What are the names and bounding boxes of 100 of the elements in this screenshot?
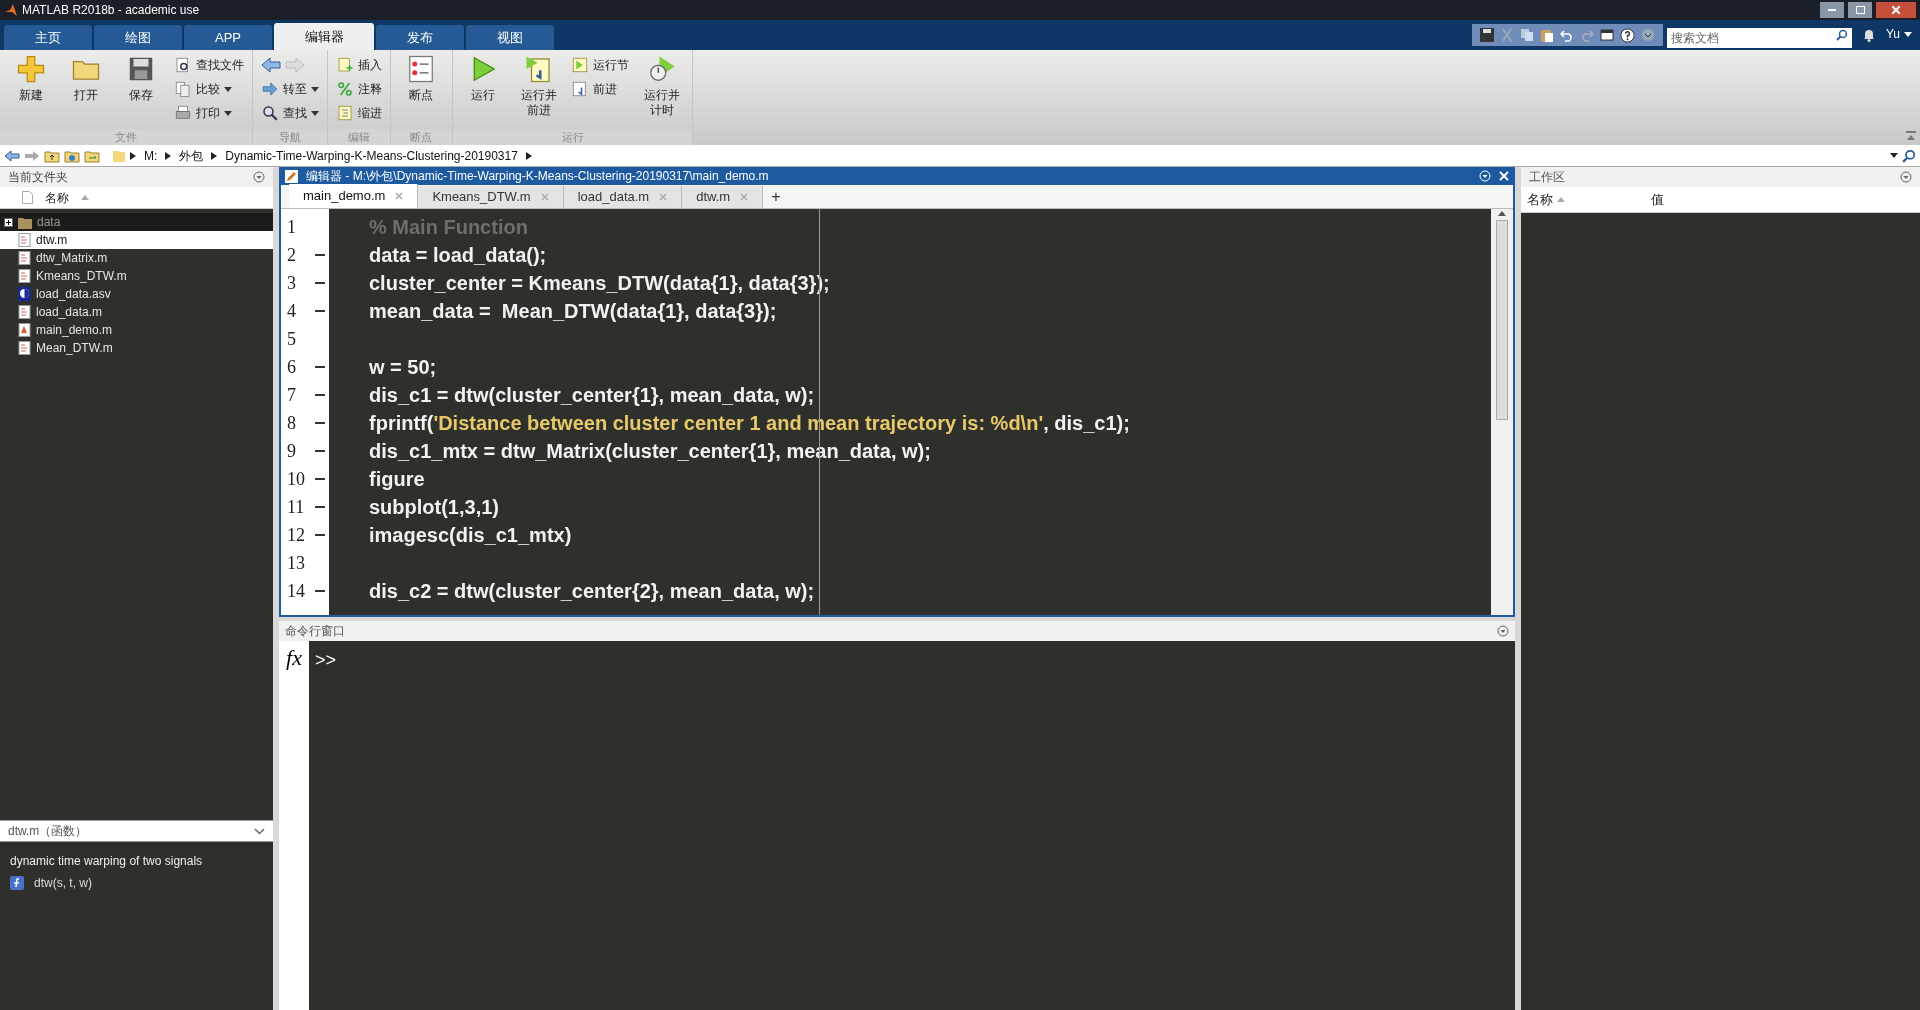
folder-up-icon[interactable]	[44, 148, 60, 163]
line-number: 14	[287, 579, 305, 603]
scrollbar[interactable]	[1491, 209, 1513, 615]
chevron-down-circle-icon[interactable]	[1497, 625, 1509, 637]
ribbon-tab[interactable]: 绘图	[94, 25, 182, 50]
editor-tab[interactable]: dtw.m	[682, 186, 764, 208]
scroll-up-icon[interactable]	[1498, 211, 1506, 216]
toolstrip-button[interactable]: 比较	[169, 78, 248, 100]
user-menu-button[interactable]: Yu	[1886, 25, 1912, 43]
file-item[interactable]: data	[0, 213, 273, 231]
line-number: 8	[287, 411, 296, 435]
toolstrip-button[interactable]: 插入	[331, 54, 386, 76]
toolstrip-button[interactable]: 打开	[59, 50, 113, 129]
breadcrumb-arrow-icon[interactable]	[525, 151, 532, 160]
bell-icon[interactable]	[1862, 28, 1876, 42]
dropdown-caret-icon[interactable]	[1890, 153, 1898, 158]
search-icon[interactable]	[1902, 148, 1916, 163]
back-arrow-icon[interactable]	[260, 57, 281, 73]
file-item[interactable]: Kmeans_DTW.m	[0, 267, 273, 285]
command-window[interactable]: >>	[309, 641, 1515, 1010]
breadcrumb-item[interactable]: Dynamic-Time-Warping-K-Means-Clustering-20190317	[221, 146, 522, 165]
editor-tab[interactable]: Kmeans_DTW.m	[418, 186, 564, 208]
ribbon-tab[interactable]: 主页	[4, 25, 92, 50]
folder-browse-icon[interactable]	[84, 148, 100, 163]
file-item[interactable]: load_data.asv	[0, 285, 273, 303]
window-icon[interactable]	[1600, 28, 1614, 42]
code-line: % Main Function	[369, 215, 528, 240]
back-arrow-icon[interactable]	[4, 149, 20, 162]
toolstrip-section-label: 运行	[452, 129, 693, 145]
breadcrumb-item[interactable]: M:	[140, 146, 162, 165]
minimize-icon	[1828, 9, 1836, 11]
code-line: dis_c1_mtx = dtw_Matrix(cluster_center{1}, mean_data, w);	[369, 439, 931, 464]
ribbon-tab[interactable]: 视图	[466, 25, 554, 50]
toolstrip-button[interactable]: 查找	[256, 102, 323, 124]
toolstrip-button[interactable]: 查找文件	[169, 54, 248, 76]
toolstrip-button[interactable]: 运行并计时	[635, 50, 689, 129]
toolstrip-button[interactable]: 缩进	[331, 102, 386, 124]
toolstrip-button[interactable]: 前进	[567, 78, 634, 100]
file-item[interactable]: load_data.m	[0, 303, 273, 321]
code-line: dis_c1 = dtw(cluster_center{1}, mean_data, w);	[369, 383, 815, 408]
ribbon-tab[interactable]: 发布	[376, 25, 464, 50]
breadcrumb-arrow-icon[interactable]	[211, 151, 218, 160]
file-name: dtw.m	[36, 232, 68, 249]
code-line: cluster_center = Kmeans_DTW(data{1}, data{3});	[369, 271, 830, 296]
ribbon-tab[interactable]: 编辑器	[274, 23, 374, 50]
toolstrip-button[interactable]: 运行节	[567, 54, 634, 76]
executable-line-marker-icon	[315, 282, 325, 284]
collapse-toolstrip-icon[interactable]	[1906, 131, 1916, 141]
dropdown-caret-icon	[223, 110, 232, 116]
toolstrip-button[interactable]: 新建	[4, 50, 58, 129]
toolstrip-button[interactable]: 打印	[169, 102, 248, 124]
file-item[interactable]: dtw.m	[0, 231, 273, 249]
file-item[interactable]: main_demo.m	[0, 321, 273, 339]
column-header[interactable]: 名称	[1521, 189, 1651, 210]
toolstrip-button[interactable]: 断点	[394, 50, 448, 129]
line-number: 13	[287, 551, 305, 575]
column-header[interactable]: 值	[1651, 189, 1920, 210]
toolstrip-button[interactable]: 运行并前进	[511, 50, 566, 129]
editor-tab[interactable]: main_demo.m	[289, 184, 419, 208]
new-tab-button[interactable]: +	[763, 186, 789, 208]
chevron-down-circle-icon[interactable]	[1900, 171, 1912, 183]
code-line: subplot(1,3,1)	[369, 495, 499, 520]
panel-title: 当前文件夹	[8, 169, 68, 186]
copy-icon[interactable]	[1520, 28, 1534, 42]
breadcrumb-item[interactable]: 外包	[175, 146, 208, 165]
toolstrip-section-label: 导航	[252, 129, 327, 145]
restore-icon	[1855, 6, 1865, 14]
editor-tab[interactable]: load_data.m	[563, 186, 683, 208]
column-header[interactable]: 名称	[0, 187, 273, 209]
file-name: Kmeans_DTW.m	[36, 268, 127, 285]
executable-line-marker-icon	[315, 394, 325, 396]
code-area[interactable]	[329, 209, 1491, 615]
chevron-down-circle-icon[interactable]	[253, 171, 265, 183]
search-field[interactable]: 搜索文档	[1667, 28, 1852, 48]
expand-icon[interactable]	[4, 217, 13, 227]
line-number: 4	[287, 299, 296, 323]
fx-button[interactable]: fx	[286, 645, 302, 671]
paste-icon[interactable]	[1540, 28, 1554, 42]
file-item[interactable]: Mean_DTW.m	[0, 339, 273, 357]
breadcrumb-arrow-icon[interactable]	[165, 151, 172, 160]
restore-button[interactable]	[1848, 2, 1872, 18]
toolstrip-section-label: 文件	[0, 129, 252, 145]
toolstrip-button[interactable]: 转至	[256, 78, 323, 100]
minimize-button[interactable]	[1820, 2, 1844, 18]
breadcrumb-arrow-icon[interactable]	[130, 151, 136, 160]
details-header[interactable]: dtw.m（函数）	[0, 820, 273, 842]
indent-icon	[335, 104, 354, 122]
toolstrip-button[interactable]: 保存	[114, 50, 168, 129]
toolstrip-button[interactable]: 注释	[331, 78, 386, 100]
undo-icon[interactable]	[1560, 28, 1574, 42]
help-icon[interactable]	[1620, 27, 1635, 43]
toolstrip-button[interactable]: 运行	[456, 50, 510, 129]
plus-icon	[15, 54, 46, 84]
close-icon	[1892, 6, 1900, 14]
app-logo-icon	[4, 3, 18, 17]
folder-icon[interactable]	[64, 148, 80, 163]
ribbon-tab[interactable]: APP	[184, 25, 272, 50]
file-item[interactable]: dtw_Matrix.m	[0, 249, 273, 267]
chevron-down-circle-icon[interactable]	[1641, 28, 1655, 42]
close-button[interactable]	[1876, 2, 1916, 18]
